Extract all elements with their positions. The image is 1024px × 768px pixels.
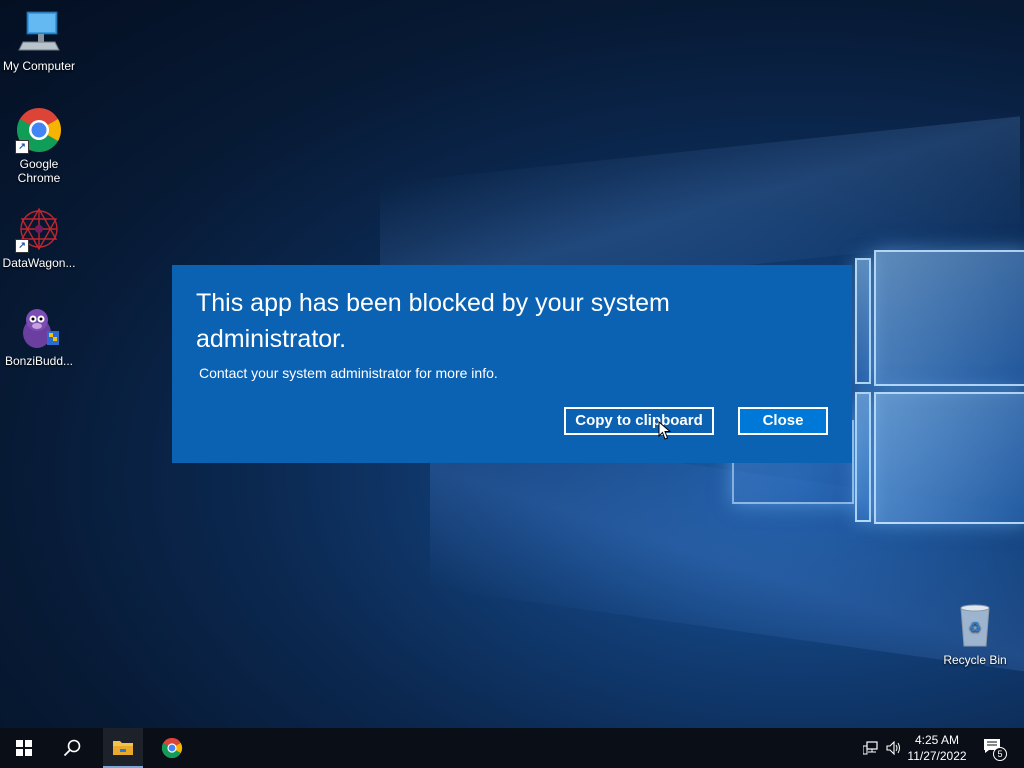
- search-button[interactable]: [48, 728, 96, 768]
- taskbar-chrome[interactable]: [152, 728, 192, 768]
- clock-time: 4:25 AM: [914, 733, 960, 747]
- app-blocked-dialog: This app has been blocked by your system…: [172, 265, 852, 463]
- volume-tray[interactable]: [883, 728, 905, 768]
- dialog-message: Contact your system administrator for mo…: [199, 365, 498, 381]
- dialog-title: This app has been blocked by your system…: [196, 289, 670, 353]
- chrome-icon: ↗: [15, 106, 63, 154]
- taskbar-clock[interactable]: 4:25 AM 11/27/2022: [904, 732, 970, 764]
- shortcut-arrow-icon: ↗: [15, 140, 29, 154]
- svg-text:♻: ♻: [969, 620, 982, 636]
- shortcut-arrow-icon: ↗: [15, 239, 29, 253]
- taskbar-file-explorer[interactable]: [103, 728, 143, 768]
- bonzibuddy-icon: [15, 303, 63, 351]
- desktop-icon-bonzibuddy[interactable]: BonziBudd...: [0, 303, 79, 368]
- recycle-bin-icon: ♻: [951, 602, 999, 650]
- computer-icon: [15, 8, 63, 56]
- start-button[interactable]: [0, 728, 48, 768]
- desktop-icon-label: My Computer: [2, 59, 76, 73]
- desktop-icon-label: DataWagon...: [2, 256, 76, 270]
- taskbar: 4:25 AM 11/27/2022 5: [0, 728, 1024, 768]
- clock-date: 11/27/2022: [907, 749, 967, 763]
- desktop-icon-label: BonziBudd...: [4, 354, 74, 368]
- network-icon: [863, 741, 878, 755]
- volume-icon: [886, 741, 900, 755]
- copy-to-clipboard-button[interactable]: Copy to clipboard: [564, 407, 714, 435]
- network-tray[interactable]: [860, 728, 882, 768]
- search-icon: [63, 739, 81, 757]
- desktop-icon-recycle-bin[interactable]: ♻ Recycle Bin: [935, 602, 1015, 667]
- wallpaper-window-pane: [855, 258, 871, 384]
- wallpaper-window-pane: [874, 392, 1024, 524]
- desktop-icon-google-chrome[interactable]: ↗ Google Chrome: [0, 106, 79, 185]
- action-center-icon: 5: [983, 738, 1007, 761]
- action-center-button[interactable]: 5: [978, 728, 1010, 768]
- start-icon: [16, 740, 32, 756]
- desktop-icon-datawagon[interactable]: ↗ DataWagon...: [0, 205, 79, 270]
- desktop-icon-label: Google Chrome: [17, 157, 61, 185]
- wallpaper-window-pane: [874, 250, 1024, 386]
- mouse-cursor-icon: [658, 420, 672, 446]
- desktop-icon-label: Recycle Bin: [943, 653, 1007, 667]
- close-button[interactable]: Close: [738, 407, 828, 435]
- chrome-icon: [161, 737, 183, 759]
- wallpaper-window-pane: [855, 392, 871, 522]
- datawagon-icon: ↗: [15, 205, 63, 253]
- desktop-icon-my-computer[interactable]: My Computer: [0, 8, 79, 73]
- notification-count-badge: 5: [993, 747, 1007, 761]
- file-explorer-icon: [113, 741, 133, 755]
